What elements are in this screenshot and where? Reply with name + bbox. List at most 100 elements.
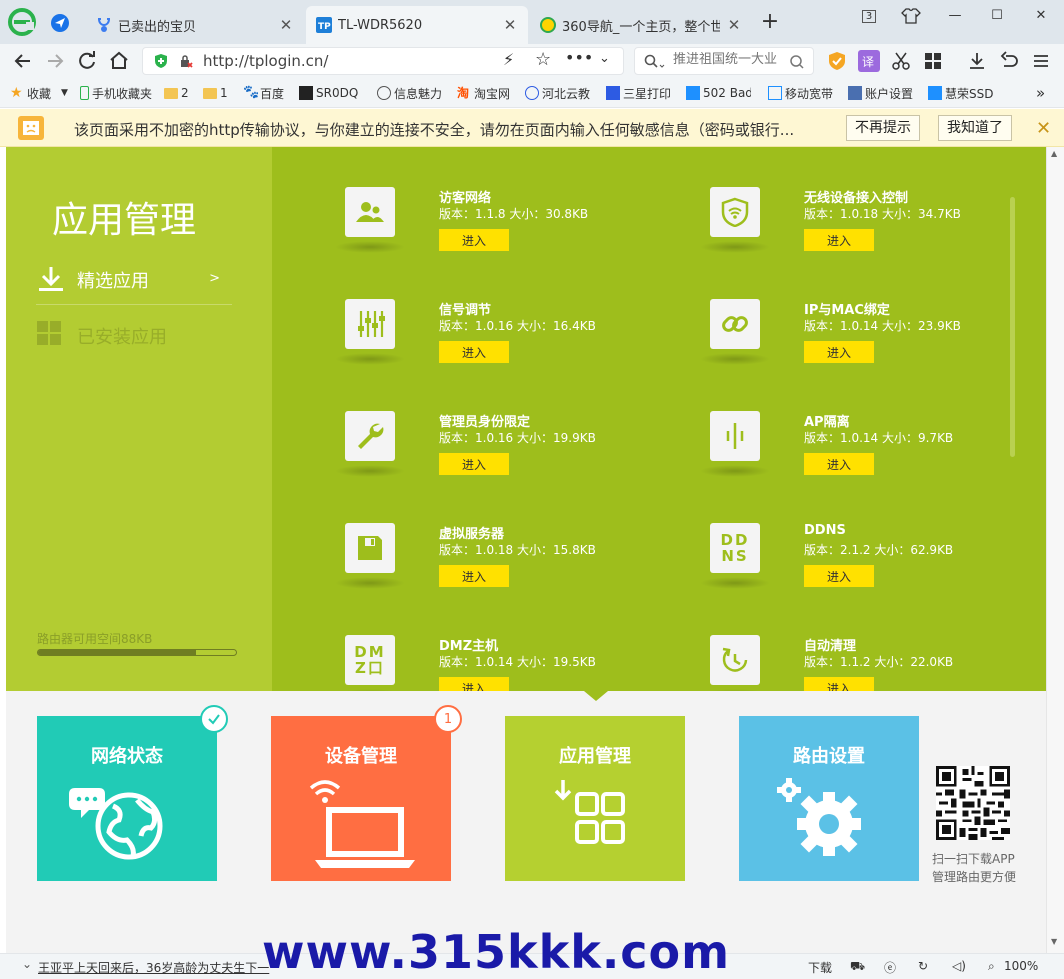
auto-clean-icon[interactable] <box>710 635 760 685</box>
address-bar[interactable]: http://tplogin.cn/ ⚡ ☆ ••• ⌄ <box>142 47 624 75</box>
new-tab-button[interactable]: + <box>758 10 782 34</box>
scissors-icon[interactable] <box>890 50 912 72</box>
app-name: 信号调节 <box>439 303 492 318</box>
close-window-button[interactable]: ✕ <box>1030 6 1052 26</box>
enter-button[interactable]: 进入 <box>804 453 874 475</box>
download-link[interactable]: 下载 <box>808 959 832 976</box>
bookmark-hebei[interactable]: 河北云教 <box>525 84 590 102</box>
refresh-icon[interactable]: ↻ <box>918 959 928 973</box>
scroll-down-icon[interactable]: ▼ <box>1051 937 1057 946</box>
tile-router-settings[interactable]: 路由设置 <box>739 716 919 881</box>
bookmark-ssd[interactable]: 慧荣SSD <box>928 84 997 102</box>
tile-device-management[interactable]: 设备管理 <box>271 716 451 881</box>
enter-button[interactable]: 进入 <box>439 565 509 587</box>
zoom-icon[interactable]: ⌕ <box>988 959 995 974</box>
shield-plus-icon[interactable] <box>153 53 169 69</box>
bookmark-folder-2[interactable]: 2 <box>164 84 189 102</box>
bookmark-baidu[interactable]: 🐾 百度 <box>243 84 284 102</box>
more-dots-icon[interactable]: ••• <box>565 48 593 67</box>
search-icon[interactable] <box>789 54 805 70</box>
tab-tl-wdr5620[interactable]: TP TL-WDR5620 ✕ <box>306 6 528 44</box>
wireless-access-control-icon[interactable] <box>710 187 760 237</box>
enter-button[interactable]: 进入 <box>439 229 509 251</box>
notification-count-badge: 1 <box>434 705 462 733</box>
search-engine-icon[interactable] <box>644 54 666 70</box>
search-input[interactable] <box>673 52 785 67</box>
maximize-button[interactable]: ☐ <box>986 6 1008 26</box>
tab-360-nav[interactable]: 360导航_一个主页，整个世界 ✕ <box>530 6 752 44</box>
link-icon[interactable] <box>710 299 760 349</box>
enter-button[interactable]: 进入 <box>804 677 874 691</box>
dont-show-again-button[interactable]: 不再提示 <box>846 115 920 141</box>
tab-count-button[interactable]: 3 <box>858 6 880 26</box>
accelerate-icon[interactable]: ⛟ <box>850 959 865 975</box>
send-icon[interactable] <box>50 13 70 33</box>
bookmark-folder-1[interactable]: 1 <box>203 84 228 102</box>
enter-button[interactable]: 进入 <box>439 341 509 363</box>
bookmark-account[interactable]: 账户设置 <box>848 84 913 102</box>
app-list-scrollbar[interactable] <box>1010 197 1015 457</box>
browser-ie-icon[interactable]: ⓔ <box>884 959 896 976</box>
tab-close-icon[interactable]: ✕ <box>278 16 294 34</box>
translate-icon[interactable]: 译 <box>858 50 880 72</box>
tab-strip: 已卖出的宝贝 ✕ TP TL-WDR5620 ✕ 360导航_一个主页，整个世界… <box>0 0 1064 44</box>
guest-network-icon[interactable] <box>345 187 395 237</box>
ddns-icon[interactable]: DD NS <box>710 523 760 573</box>
bookmark-favorites[interactable]: ★ 收藏 ▼ <box>10 84 68 102</box>
browser-logo-icon[interactable] <box>8 8 36 36</box>
undo-icon[interactable] <box>998 50 1020 72</box>
lightning-icon[interactable]: ⚡ <box>503 50 514 69</box>
enter-button[interactable]: 进入 <box>804 565 874 587</box>
enter-button[interactable]: 进入 <box>439 677 509 691</box>
square-logo-icon <box>299 86 313 100</box>
sidebar-item-installed[interactable]: 已安装应用 <box>36 317 232 353</box>
star-bookmark-icon[interactable]: ☆ <box>535 49 551 70</box>
dmz-icon[interactable]: DM Z口 <box>345 635 395 685</box>
enter-button[interactable]: 进入 <box>439 453 509 475</box>
reload-icon[interactable] <box>74 48 100 74</box>
app-meta: 版本：1.0.18 大小：15.8KB <box>439 543 596 557</box>
bookmark-label: 慧荣SSD <box>945 86 994 101</box>
ap-isolation-icon[interactable] <box>710 411 760 461</box>
insecure-lock-icon[interactable] <box>179 54 193 68</box>
download-icon[interactable] <box>966 50 988 72</box>
tile-app-management[interactable]: 应用管理 <box>505 716 685 881</box>
tab-sold-items[interactable]: 已卖出的宝贝 ✕ <box>86 6 304 44</box>
bookmark-502[interactable]: 502 Bad <box>686 84 751 102</box>
sound-icon[interactable]: ◁) <box>952 959 966 973</box>
got-it-button[interactable]: 我知道了 <box>938 115 1012 141</box>
zoom-level[interactable]: 100% <box>1004 959 1038 973</box>
bookmarks-overflow-icon[interactable]: » <box>1036 84 1045 102</box>
enter-button[interactable]: 进入 <box>804 229 874 251</box>
chevron-down-icon[interactable]: ⌄ <box>599 51 610 66</box>
bookmark-mobile[interactable]: 手机收藏夹 <box>80 84 152 102</box>
shield-extension-icon[interactable] <box>826 50 848 72</box>
enter-button[interactable]: 进入 <box>804 341 874 363</box>
signal-sliders-icon[interactable] <box>345 299 395 349</box>
minimize-button[interactable]: — <box>944 6 966 26</box>
apps-grid-icon[interactable] <box>922 50 944 72</box>
home-icon[interactable] <box>106 48 132 74</box>
bookmark-label: 百度 <box>260 86 285 101</box>
bookmark-sr0dq[interactable]: SR0DQ <box>299 84 358 102</box>
page-scrollbar[interactable]: ▲ ▼ <box>1046 147 1064 953</box>
menu-icon[interactable] <box>1030 50 1052 72</box>
bookmark-xinxi[interactable]: 信息魅力 <box>377 84 442 102</box>
tab-close-icon[interactable]: ✕ <box>726 16 742 34</box>
wrench-icon[interactable] <box>345 411 395 461</box>
bookmark-samsung[interactable]: 三星打印 <box>606 84 673 102</box>
chevron-down-icon[interactable]: ⌄ <box>22 957 32 971</box>
skin-shirt-icon[interactable] <box>900 6 922 26</box>
bookmark-mobile-broadband[interactable]: 移动宽带 <box>768 84 833 102</box>
scroll-up-icon[interactable]: ▲ <box>1051 149 1057 158</box>
tile-network-status[interactable]: 网络状态 <box>37 716 217 881</box>
bookmark-taobao[interactable]: 淘淘宝网 <box>457 84 510 102</box>
back-icon[interactable] <box>10 48 36 74</box>
sidebar-item-featured[interactable]: 精选应用 > <box>36 263 232 305</box>
url-text[interactable]: http://tplogin.cn/ <box>203 52 328 70</box>
tab-close-icon[interactable]: ✕ <box>502 16 518 34</box>
forward-icon[interactable] <box>42 48 68 74</box>
router-app-page: 应用管理 精选应用 > 已安装应用 路由器可用空间88KB 访客网络 版本：1.… <box>6 147 1046 953</box>
floppy-disk-icon[interactable] <box>345 523 395 573</box>
close-icon[interactable]: ✕ <box>1036 118 1051 139</box>
